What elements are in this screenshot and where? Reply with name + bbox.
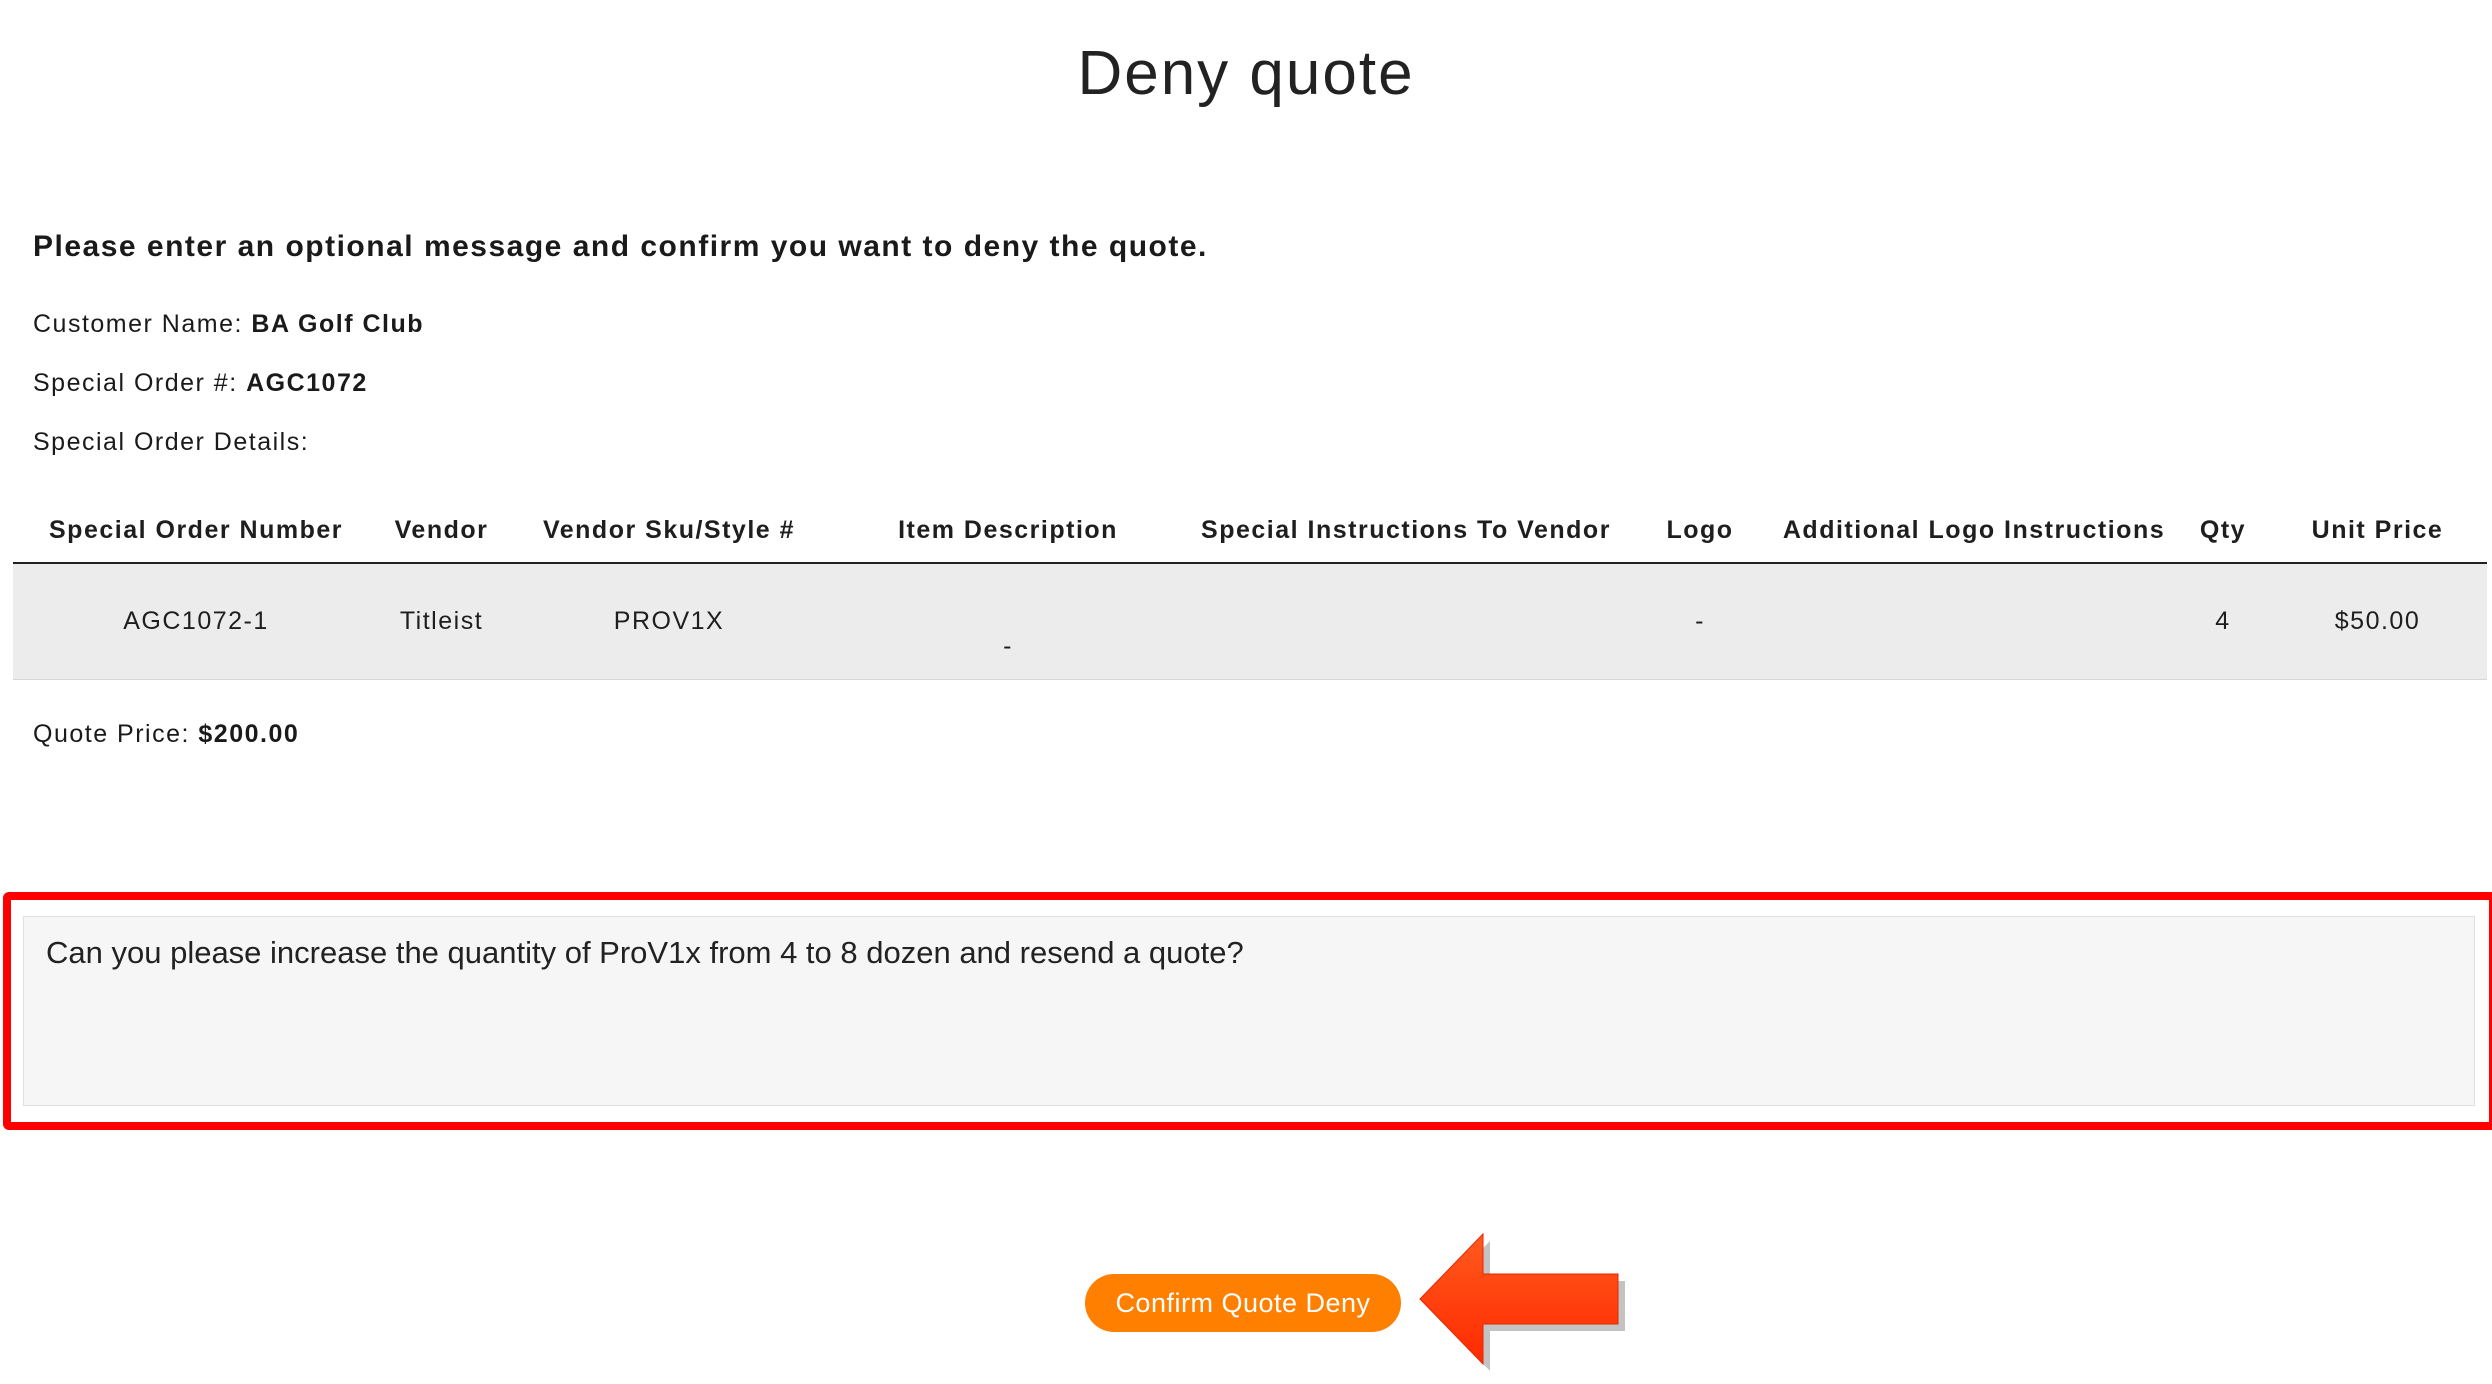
cell-sku: PROV1X bbox=[504, 563, 834, 680]
column-header: Special Instructions To Vendor bbox=[1182, 498, 1630, 564]
cell-logo-instructions bbox=[1770, 563, 2178, 680]
deny-message-input[interactable] bbox=[23, 916, 2475, 1106]
cell-special-instructions bbox=[1182, 563, 1630, 680]
arrow-left-icon bbox=[1419, 1232, 1625, 1371]
special-order-value: AGC1072 bbox=[246, 369, 368, 397]
table-row: AGC1072-1 Titleist PROV1X - - 4 $50.00 bbox=[13, 563, 2487, 680]
column-header: Vendor Sku/Style # bbox=[504, 498, 834, 564]
customer-name-value: BA Golf Club bbox=[251, 310, 425, 338]
cell-unit-price: $50.00 bbox=[2268, 563, 2487, 680]
page-title: Deny quote bbox=[1077, 39, 1415, 108]
column-header: Logo bbox=[1630, 498, 1770, 564]
cell-order-number: AGC1072-1 bbox=[13, 563, 379, 680]
special-order-label: Special Order #: bbox=[33, 369, 238, 397]
column-header: Qty bbox=[2178, 498, 2268, 564]
deny-quote-page: Deny quote Please enter an optional mess… bbox=[0, 0, 2492, 1384]
quote-price-label: Quote Price: bbox=[33, 720, 190, 748]
instructions-text: Please enter an optional message and con… bbox=[33, 230, 1208, 263]
column-header: Additional Logo Instructions bbox=[1770, 498, 2178, 564]
cell-qty: 4 bbox=[2178, 563, 2268, 680]
confirm-quote-deny-button[interactable]: Confirm Quote Deny bbox=[1085, 1274, 1401, 1332]
message-highlight-frame bbox=[3, 892, 2492, 1130]
customer-name-label: Customer Name: bbox=[33, 310, 243, 338]
customer-name-line: Customer Name: BA Golf Club bbox=[33, 310, 424, 339]
column-header: Special Order Number bbox=[13, 498, 379, 564]
cell-vendor: Titleist bbox=[379, 563, 504, 680]
cell-logo: - bbox=[1630, 563, 1770, 680]
column-header: Unit Price bbox=[2268, 498, 2487, 564]
column-header: Vendor bbox=[379, 498, 504, 564]
column-header: Item Description bbox=[834, 498, 1182, 564]
quote-price-value: $200.00 bbox=[198, 720, 300, 748]
special-order-line: Special Order #: AGC1072 bbox=[33, 369, 368, 398]
special-order-details-table: Special Order Number Vendor Vendor Sku/S… bbox=[13, 498, 2487, 680]
quote-price-line: Quote Price: $200.00 bbox=[33, 720, 299, 749]
special-order-details-label: Special Order Details: bbox=[33, 428, 310, 456]
cell-item-description: - bbox=[834, 563, 1182, 680]
table-header-row: Special Order Number Vendor Vendor Sku/S… bbox=[13, 498, 2487, 564]
